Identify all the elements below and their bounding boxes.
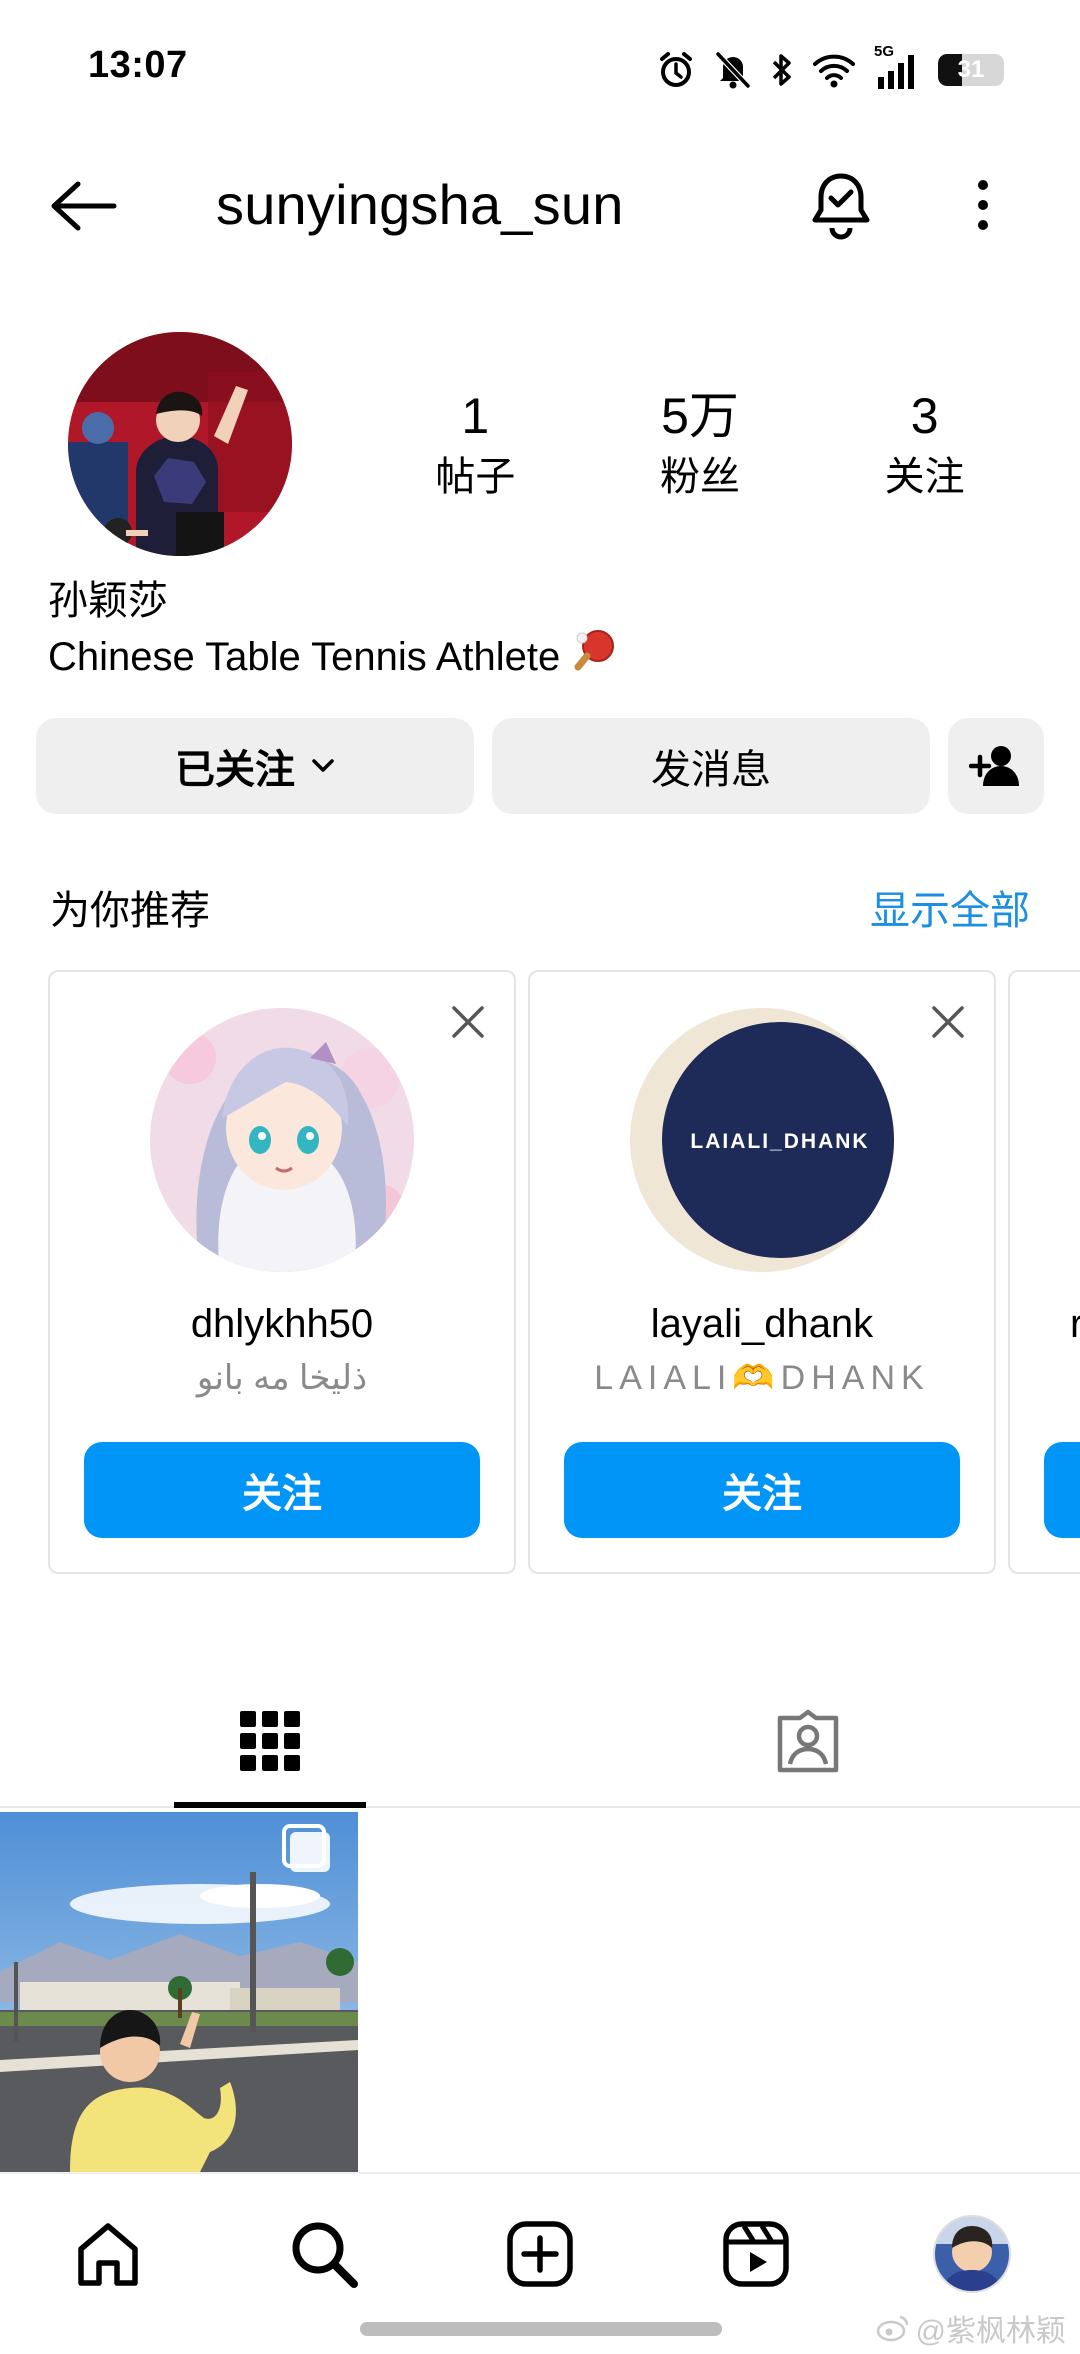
add-person-icon bbox=[969, 746, 1019, 786]
nav-reels-button[interactable] bbox=[706, 2204, 806, 2304]
stat-following-value: 3 bbox=[910, 388, 939, 444]
nav-create-button[interactable] bbox=[490, 2204, 590, 2304]
message-button-label: 发消息 bbox=[651, 748, 771, 792]
nav-search-button[interactable] bbox=[274, 2204, 374, 2304]
profile-header: sunyingsha_sun bbox=[0, 150, 1080, 260]
suggestion-card[interactable]: dhlykhh50 ذليخا مه بانو 关注 bbox=[48, 970, 516, 1574]
profile-avatar-large[interactable] bbox=[68, 332, 292, 556]
grid-tab[interactable] bbox=[174, 1676, 366, 1806]
stat-posts-value: 1 bbox=[461, 388, 490, 444]
status-icons: 5G 31 bbox=[656, 43, 1004, 94]
notification-bell-icon bbox=[812, 173, 870, 240]
chevron-down-icon bbox=[312, 759, 334, 772]
reels-icon bbox=[723, 2221, 789, 2287]
wifi-icon bbox=[812, 52, 856, 88]
status-time: 13:07 bbox=[88, 44, 188, 86]
suggestion-follow-button[interactable]: 关注 bbox=[564, 1442, 960, 1538]
suggestion-username-partial: r bbox=[1070, 1302, 1080, 1346]
notification-bell-button[interactable] bbox=[806, 168, 876, 242]
grid-icon bbox=[240, 1711, 300, 1771]
home-indicator[interactable] bbox=[360, 2322, 722, 2336]
message-button[interactable]: 发消息 bbox=[492, 718, 930, 814]
signal-icon: 5G bbox=[874, 43, 920, 91]
profile-stats: 1 帖子 5万 粉丝 3 关注 bbox=[390, 386, 1010, 516]
suggestion-username[interactable]: dhlykhh50 bbox=[50, 1302, 514, 1347]
profile-bio-text: Chinese Table Tennis Athlete bbox=[48, 635, 561, 679]
more-options-button[interactable] bbox=[958, 172, 1008, 238]
suggestion-avatar[interactable]: LAIALI_DHANK bbox=[630, 1008, 894, 1272]
back-button[interactable] bbox=[44, 176, 122, 236]
weibo-logo-icon bbox=[876, 2315, 908, 2342]
stat-followers-value: 5万 bbox=[661, 388, 739, 444]
profile-actions: 已关注 发消息 bbox=[36, 718, 1044, 814]
stat-followers[interactable]: 5万 粉丝 bbox=[597, 386, 804, 516]
dismiss-suggestion-button[interactable] bbox=[926, 1000, 970, 1044]
bottom-navigation: @紫枫林颖 bbox=[0, 2172, 1080, 2354]
suggestion-fullname: LAIALI🫶DHANK bbox=[594, 1359, 930, 1397]
watermark-text: @紫枫林颖 bbox=[915, 2315, 1066, 2348]
home-icon bbox=[78, 2223, 138, 2286]
suggestion-follow-button[interactable]: 关注 bbox=[84, 1442, 480, 1538]
profile-display-name: 孙颖莎 bbox=[48, 579, 168, 623]
profile-tabs bbox=[0, 1676, 1080, 1808]
profile-avatar bbox=[933, 2215, 1011, 2293]
search-icon bbox=[292, 2222, 358, 2288]
close-icon bbox=[452, 1006, 484, 1038]
suggestion-card-partial[interactable]: r bbox=[1008, 970, 1080, 1574]
suggested-people-button[interactable] bbox=[948, 718, 1044, 814]
suggestion-username[interactable]: layali_dhank bbox=[530, 1302, 994, 1347]
ping-pong-icon bbox=[574, 628, 618, 686]
suggestion-avatar[interactable] bbox=[150, 1008, 414, 1272]
profile-bio: Chinese Table Tennis Athlete bbox=[48, 628, 618, 686]
close-icon bbox=[932, 1006, 964, 1038]
tagged-tab[interactable] bbox=[712, 1676, 904, 1806]
suggestions-title: 为你推荐 bbox=[50, 889, 210, 933]
battery-level: 31 bbox=[957, 56, 985, 83]
bluetooth-icon bbox=[770, 50, 794, 90]
suggestion-follow-button-partial[interactable] bbox=[1044, 1442, 1080, 1538]
tagged-person-icon bbox=[777, 1709, 839, 1773]
post-thumbnail[interactable] bbox=[0, 1812, 358, 2172]
see-all-link[interactable]: 显示全部 bbox=[870, 878, 1030, 936]
more-vertical-icon bbox=[978, 180, 988, 230]
suggestion-fullname: ذليخا مه بانو bbox=[196, 1359, 368, 1397]
status-bar: 13:07 5G 31 bbox=[0, 0, 1080, 140]
stat-following-label: 关注 bbox=[884, 455, 965, 499]
suggestions-carousel[interactable]: dhlykhh50 ذليخا مه بانو 关注 LAIALI_DHANK … bbox=[48, 970, 1080, 1574]
stat-following[interactable]: 3 关注 bbox=[821, 386, 1028, 516]
create-post-icon bbox=[507, 2221, 573, 2287]
suggestion-card[interactable]: LAIALI_DHANK layali_dhank LAIALI🫶DHANK 关… bbox=[528, 970, 996, 1574]
battery-icon: 31 bbox=[938, 54, 1004, 86]
watermark: @紫枫林颖 bbox=[876, 2306, 1066, 2350]
suggestion-avatar-text: LAIALI_DHANK bbox=[690, 1130, 869, 1153]
following-button-label: 已关注 bbox=[175, 748, 295, 792]
profile-username: sunyingsha_sun bbox=[216, 173, 624, 236]
following-button[interactable]: 已关注 bbox=[36, 718, 474, 814]
stat-posts-label: 帖子 bbox=[435, 455, 516, 499]
active-tab-indicator bbox=[174, 1802, 366, 1808]
stat-followers-label: 粉丝 bbox=[660, 455, 740, 499]
nav-home-button[interactable] bbox=[58, 2204, 158, 2304]
dismiss-suggestion-button[interactable] bbox=[446, 1000, 490, 1044]
alarm-icon bbox=[656, 50, 696, 90]
stat-posts[interactable]: 1 帖子 bbox=[372, 386, 579, 516]
mute-icon bbox=[714, 50, 752, 90]
back-arrow-icon bbox=[51, 181, 117, 231]
nav-profile-button[interactable] bbox=[922, 2204, 1022, 2304]
